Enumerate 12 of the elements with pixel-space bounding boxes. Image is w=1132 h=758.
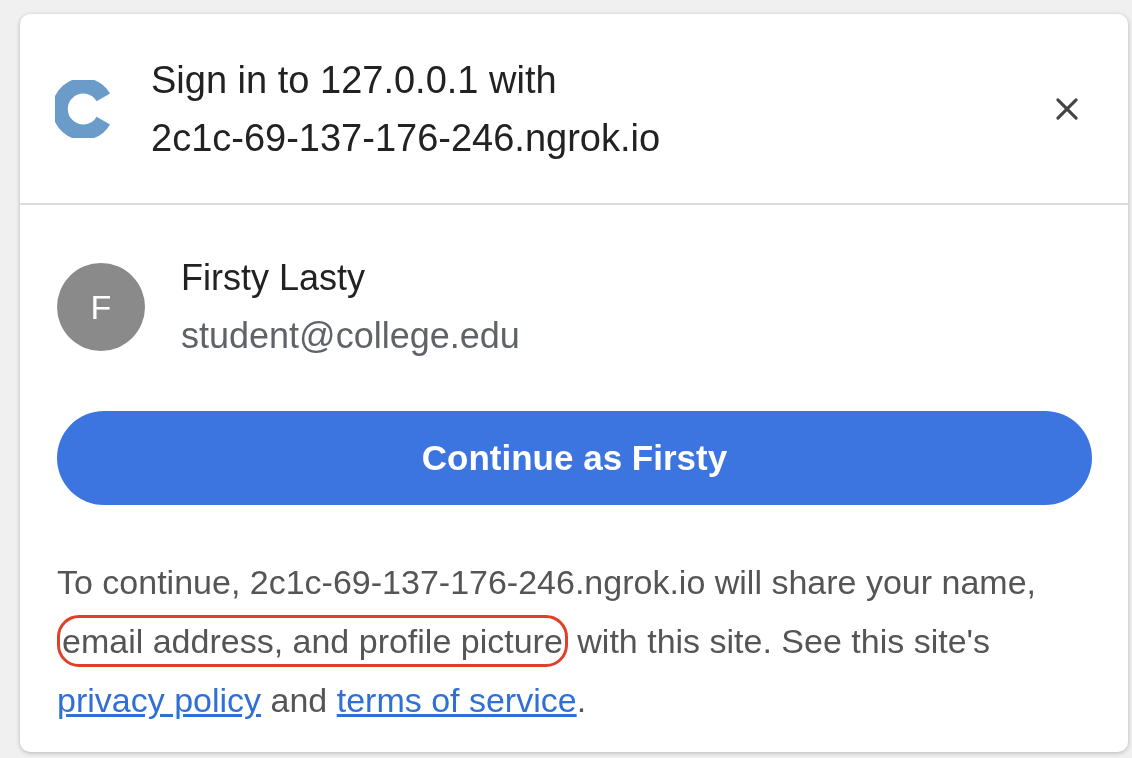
highlight-outline: email address, and profile picture (57, 615, 568, 667)
dialog-title: Sign in to 127.0.0.1 with (151, 57, 558, 103)
account-name: Firsty Lasty (181, 256, 367, 300)
close-icon[interactable] (1054, 95, 1080, 122)
continue-button[interactable]: Continue as Firsty (57, 411, 1092, 505)
dialog-title: 2c1c-69-137-176-246.ngrok.io (151, 115, 662, 161)
c-logo-icon (55, 79, 113, 138)
disclosure-text: To continue, 2c1c-69-137-176-246.ngrok.io will share your name, email address, and profile picture with this site. See this site's privacy policy and terms of service. (57, 562, 1037, 721)
avatar: F (57, 263, 145, 351)
policy-link[interactable]: privacy policy (57, 681, 262, 719)
account-email: student@college.edu (181, 314, 520, 358)
policy-link[interactable]: terms of service (336, 681, 577, 719)
